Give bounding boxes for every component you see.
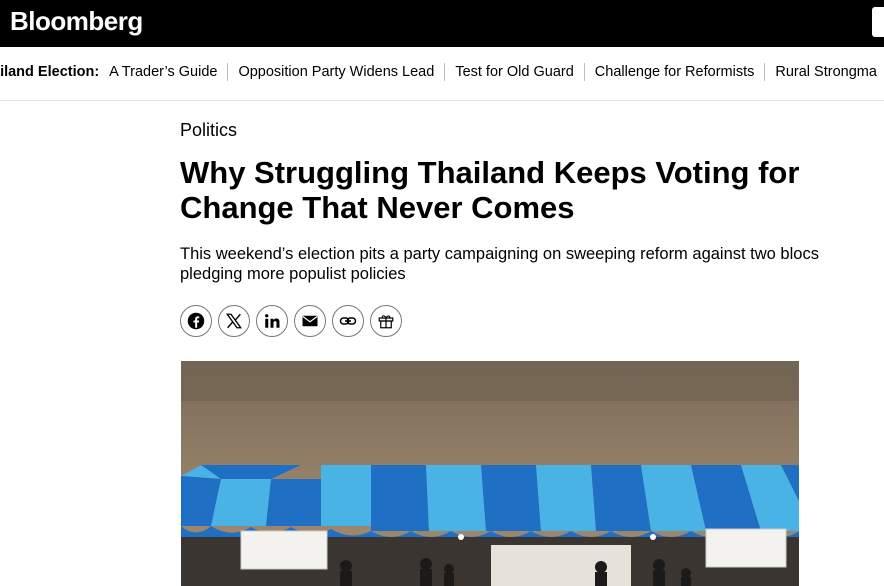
x-icon — [225, 313, 243, 329]
x-share-button[interactable] — [218, 305, 250, 337]
article-dek: This weekend’s election pits a party cam… — [180, 245, 819, 283]
bloomberg-logo[interactable]: Bloomberg — [10, 6, 143, 37]
article-headline: Why Struggling Thailand Keeps Voting for… — [180, 155, 800, 225]
search-button[interactable] — [872, 7, 884, 37]
facebook-icon — [187, 312, 205, 330]
linkedin-icon — [265, 314, 280, 328]
polling-station-photo — [181, 361, 799, 586]
article-kicker[interactable]: Politics — [180, 120, 237, 141]
subnav-link-rural-strongman[interactable]: Rural Strongma — [764, 63, 884, 81]
subnav-link-traders-guide[interactable]: A Trader’s Guide — [109, 63, 227, 81]
facebook-share-button[interactable] — [180, 305, 212, 337]
subnav-link-reformists[interactable]: Challenge for Reformists — [583, 63, 765, 81]
subnav-link-old-guard[interactable]: Test for Old Guard — [444, 63, 583, 81]
top-bar: Bloomberg — [0, 0, 884, 47]
gift-icon — [378, 315, 394, 329]
subnav-link-opposition-lead[interactable]: Opposition Party Widens Lead — [227, 63, 444, 81]
link-icon — [339, 317, 357, 325]
copy-link-button[interactable] — [332, 305, 364, 337]
linkedin-share-button[interactable] — [256, 305, 288, 337]
share-bar — [180, 305, 402, 337]
hero-image[interactable] — [181, 361, 799, 586]
story-package-nav: ailand Election: A Trader’s Guide Opposi… — [0, 47, 884, 101]
email-icon — [302, 315, 318, 327]
gift-article-button[interactable] — [370, 305, 402, 337]
story-package-label: ailand Election: — [0, 64, 100, 80]
email-share-button[interactable] — [294, 305, 326, 337]
